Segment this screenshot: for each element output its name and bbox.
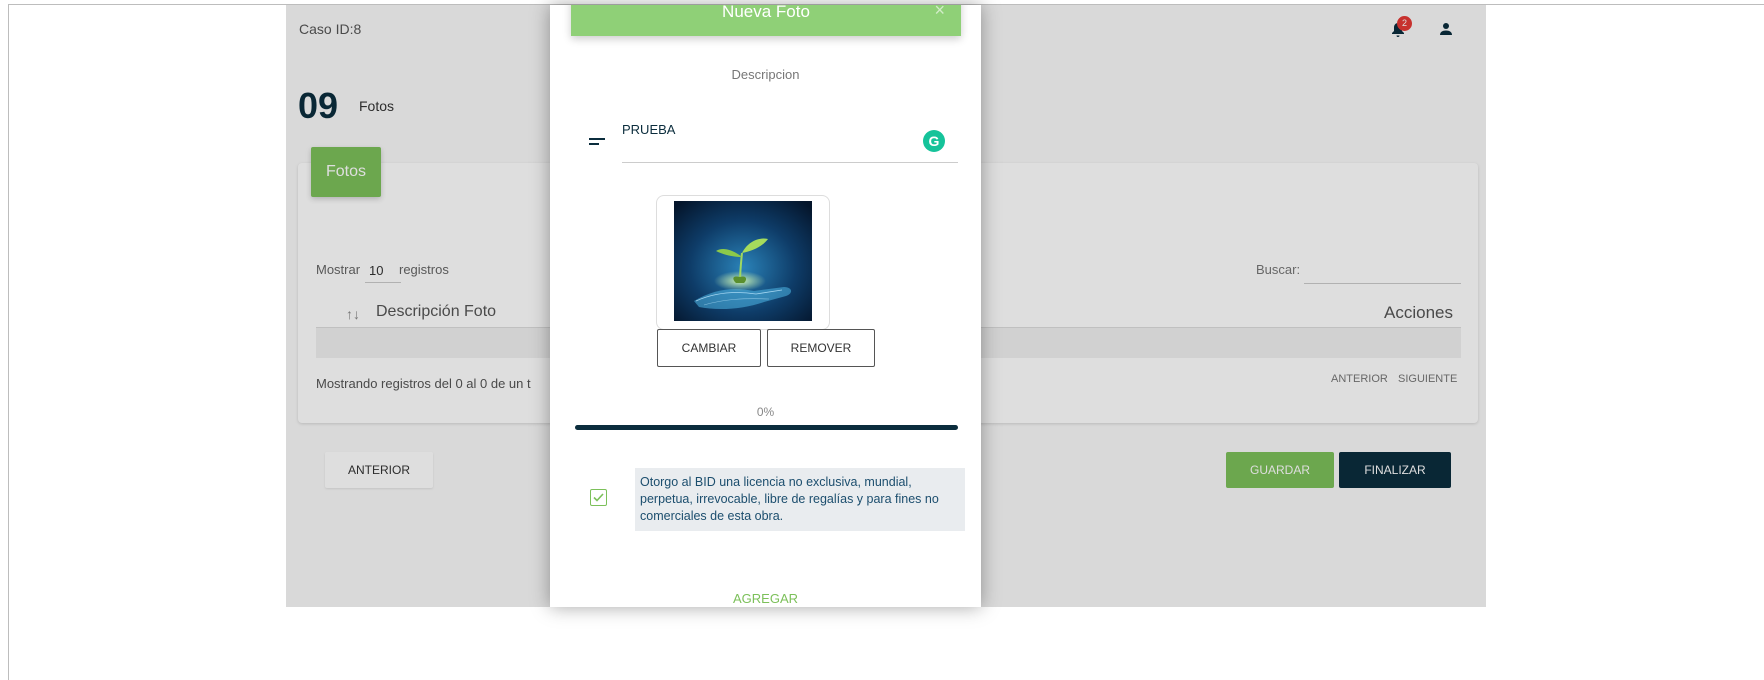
grammarly-icon[interactable]: G <box>923 130 945 152</box>
description-label: Descripcion <box>731 67 800 82</box>
check-icon <box>593 493 604 502</box>
upload-progress-bar <box>575 425 958 430</box>
remove-photo-button[interactable]: REMOVER <box>767 329 875 367</box>
add-button[interactable]: AGREGAR <box>550 590 981 607</box>
description-underline <box>622 162 958 163</box>
license-text: Otorgo al BID una licencia no exclusiva,… <box>635 468 965 531</box>
dialog-title: Nueva Foto <box>722 5 810 21</box>
change-photo-button[interactable]: CAMBIAR <box>657 329 761 367</box>
upload-progress-text: 0% <box>756 405 775 419</box>
photo-preview-frame <box>656 195 830 330</box>
seedling-hand-image <box>674 201 812 321</box>
photo-preview <box>674 201 812 321</box>
new-photo-dialog: Nueva Foto × Descripcion PRUEBA G CAMBIA… <box>550 5 981 607</box>
dialog-header: Nueva Foto × <box>571 5 961 36</box>
close-icon[interactable]: × <box>934 5 945 21</box>
notes-icon <box>589 138 605 150</box>
license-checkbox[interactable] <box>590 489 607 506</box>
description-input[interactable]: PRUEBA <box>622 122 922 137</box>
